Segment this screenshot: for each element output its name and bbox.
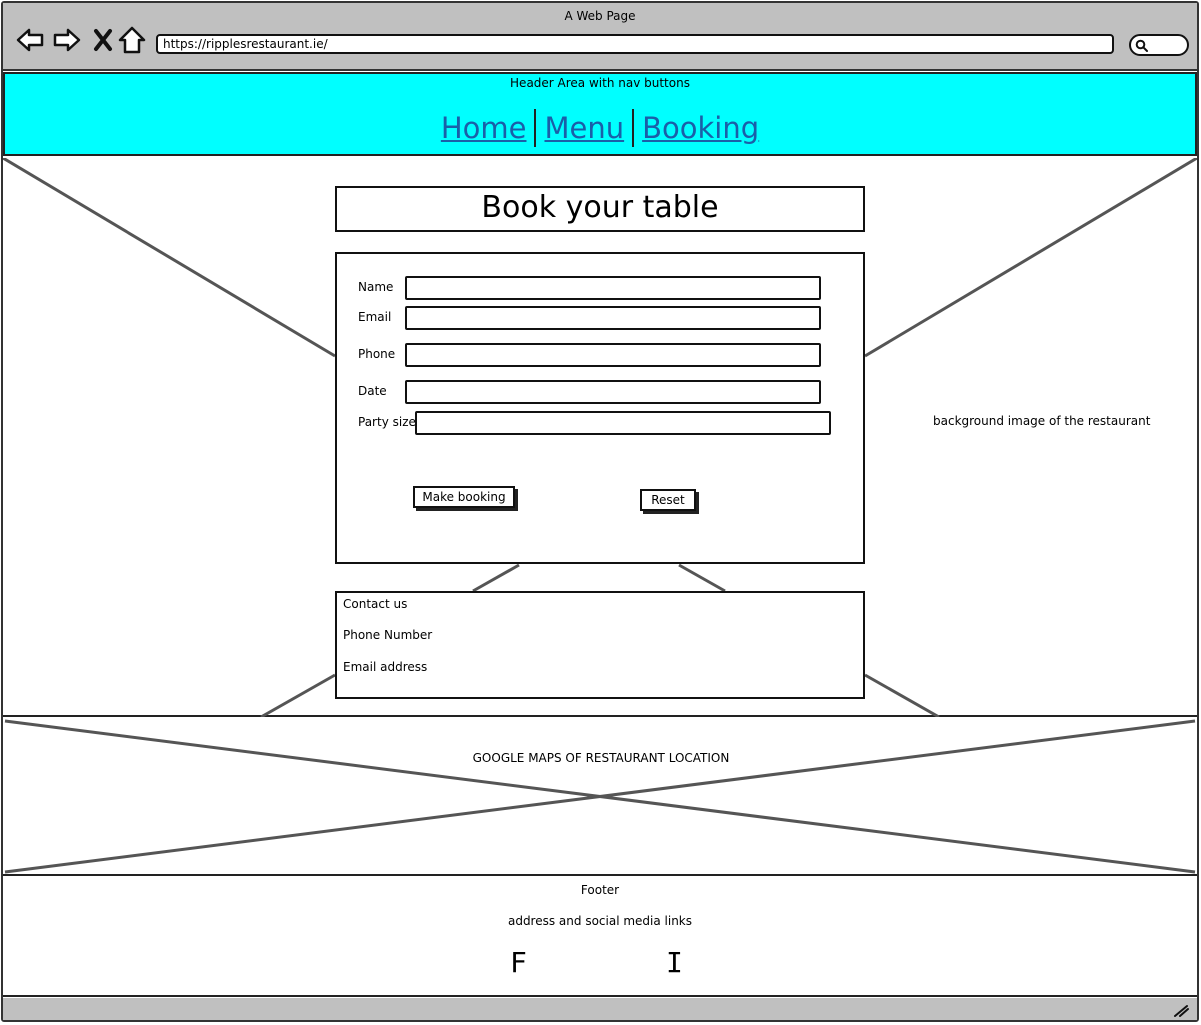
- nav-link-booking[interactable]: Booking: [634, 110, 767, 146]
- name-label: Name: [358, 280, 394, 294]
- hero-section: background image of the restaurant Book …: [3, 158, 1197, 717]
- forward-arrow-icon[interactable]: [52, 25, 82, 55]
- party-size-input[interactable]: [415, 411, 831, 435]
- contact-box: Contact us Phone Number Email address: [335, 591, 865, 699]
- party-size-label: Party size: [358, 415, 416, 429]
- footer-subtitle: address and social media links: [507, 914, 693, 928]
- date-input[interactable]: [405, 380, 821, 404]
- nav-link-menu[interactable]: Menu: [536, 110, 632, 146]
- phone-label: Phone: [358, 347, 396, 361]
- maps-placeholder: [4, 719, 1196, 874]
- footer: Footer address and social media links F …: [3, 878, 1197, 997]
- maps-label-text: GOOGLE MAPS OF RESTAURANT LOCATION: [472, 751, 730, 765]
- date-label: Date: [358, 384, 387, 398]
- make-booking-button[interactable]: Make booking: [413, 486, 515, 508]
- browser-statusbar: [3, 998, 1197, 1020]
- facebook-link-icon[interactable]: F: [510, 946, 527, 979]
- browser-toolbar: A Web Page https://ripplesrestaurant.ie/: [3, 3, 1197, 71]
- home-icon[interactable]: [117, 25, 147, 55]
- page-title: Book your table: [335, 186, 865, 232]
- resize-grip-icon[interactable]: [1173, 1003, 1189, 1017]
- header-area: Header Area with nav buttons Home Menu B…: [3, 72, 1197, 156]
- footer-title: Footer: [580, 883, 620, 897]
- email-label: Email: [358, 310, 392, 324]
- booking-form: Name Email Phone Date Party size Make bo…: [335, 252, 865, 564]
- phone-input[interactable]: [405, 343, 821, 367]
- url-bar[interactable]: https://ripplesrestaurant.ie/: [156, 34, 1114, 54]
- header-note: Header Area with nav buttons: [510, 76, 690, 90]
- background-image-note: background image of the restaurant: [933, 414, 1151, 428]
- close-icon[interactable]: [88, 25, 118, 55]
- maps-label: GOOGLE MAPS OF RESTAURANT LOCATION: [3, 751, 1197, 765]
- nav-bar: Home Menu Booking: [5, 108, 1195, 148]
- contact-email: Email address: [343, 660, 428, 674]
- email-input[interactable]: [405, 306, 821, 330]
- back-arrow-icon[interactable]: [15, 25, 45, 55]
- contact-phone: Phone Number: [343, 628, 433, 642]
- nav-link-home[interactable]: Home: [433, 110, 535, 146]
- window-title: A Web Page: [564, 9, 636, 23]
- reset-button[interactable]: Reset: [640, 489, 696, 511]
- contact-heading: Contact us: [343, 597, 408, 611]
- name-input[interactable]: [405, 276, 821, 300]
- instagram-link-icon[interactable]: I: [666, 946, 683, 979]
- google-maps-section[interactable]: GOOGLE MAPS OF RESTAURANT LOCATION: [3, 719, 1197, 876]
- search-icon: [1135, 39, 1148, 52]
- search-box[interactable]: [1129, 34, 1189, 56]
